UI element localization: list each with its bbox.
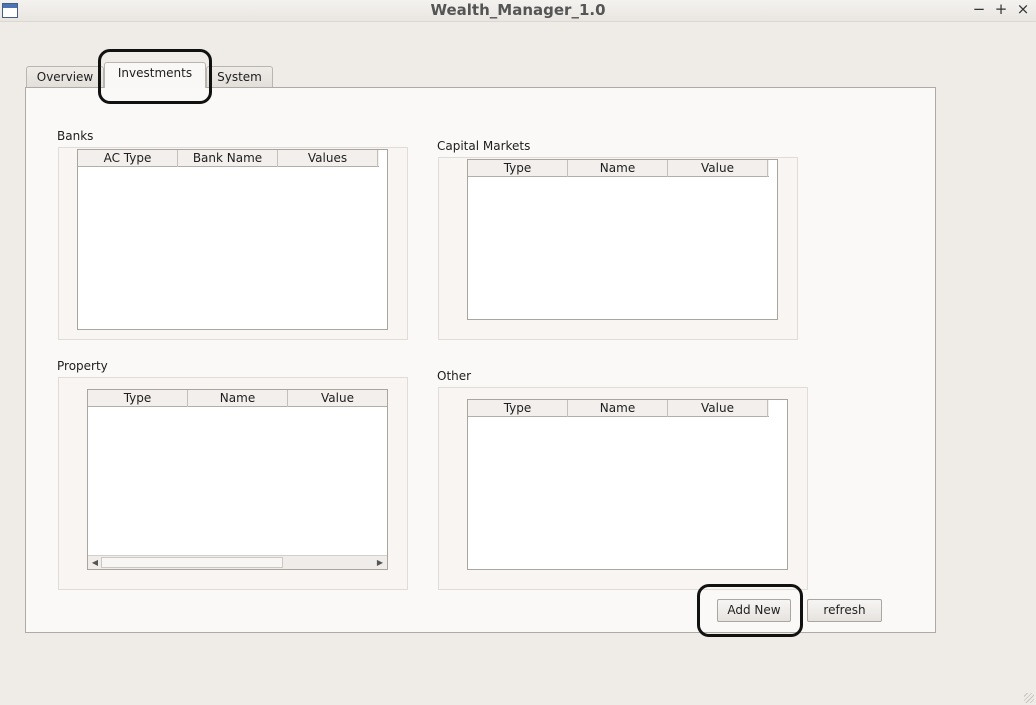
window-title: Wealth_Manager_1.0: [430, 1, 606, 19]
column-header[interactable]: Name: [188, 390, 288, 407]
column-header[interactable]: Value: [668, 400, 768, 417]
capital-markets-table[interactable]: Type Name Value: [467, 159, 778, 320]
close-button[interactable]: ×: [1013, 0, 1033, 20]
property-table-header: Type Name Value: [88, 390, 387, 407]
column-header[interactable]: Value: [288, 390, 387, 407]
scrollbar-thumb[interactable]: [101, 557, 283, 568]
column-header[interactable]: Name: [568, 400, 668, 417]
scroll-left-icon[interactable]: ◀: [88, 556, 102, 569]
tab-system[interactable]: System: [206, 66, 273, 88]
banks-label: Banks: [57, 129, 94, 143]
property-horizontal-scrollbar[interactable]: ◀ ▶: [88, 555, 387, 569]
refresh-button[interactable]: refresh: [807, 599, 882, 622]
other-table[interactable]: Type Name Value: [467, 399, 788, 570]
scroll-right-icon[interactable]: ▶: [373, 556, 387, 569]
banks-table-header: AC Type Bank Name Values: [78, 150, 379, 167]
capital-markets-label: Capital Markets: [437, 139, 531, 153]
column-header[interactable]: Values: [278, 150, 378, 167]
minimize-button[interactable]: −: [969, 0, 989, 20]
other-table-header: Type Name Value: [468, 400, 769, 417]
column-header[interactable]: Bank Name: [178, 150, 278, 167]
main-window: Wealth_Manager_1.0 − + × Overview Invest…: [0, 0, 1036, 705]
tab-investments[interactable]: Investments: [104, 62, 206, 88]
column-header[interactable]: Type: [88, 390, 188, 407]
banks-table[interactable]: AC Type Bank Name Values: [77, 149, 388, 330]
column-header[interactable]: Type: [468, 400, 568, 417]
column-header[interactable]: Value: [668, 160, 768, 177]
tab-overview[interactable]: Overview: [26, 66, 104, 88]
capital-markets-table-header: Type Name Value: [468, 160, 769, 177]
title-bar: Wealth_Manager_1.0 − + ×: [0, 0, 1036, 22]
column-header[interactable]: Name: [568, 160, 668, 177]
column-header[interactable]: Type: [468, 160, 568, 177]
property-table[interactable]: Type Name Value ◀ ▶: [87, 389, 388, 570]
property-label: Property: [57, 359, 108, 373]
resize-grip-icon[interactable]: [1024, 693, 1034, 703]
add-new-button[interactable]: Add New: [717, 599, 791, 622]
column-header[interactable]: AC Type: [78, 150, 178, 167]
maximize-button[interactable]: +: [991, 0, 1011, 20]
other-label: Other: [437, 369, 472, 383]
